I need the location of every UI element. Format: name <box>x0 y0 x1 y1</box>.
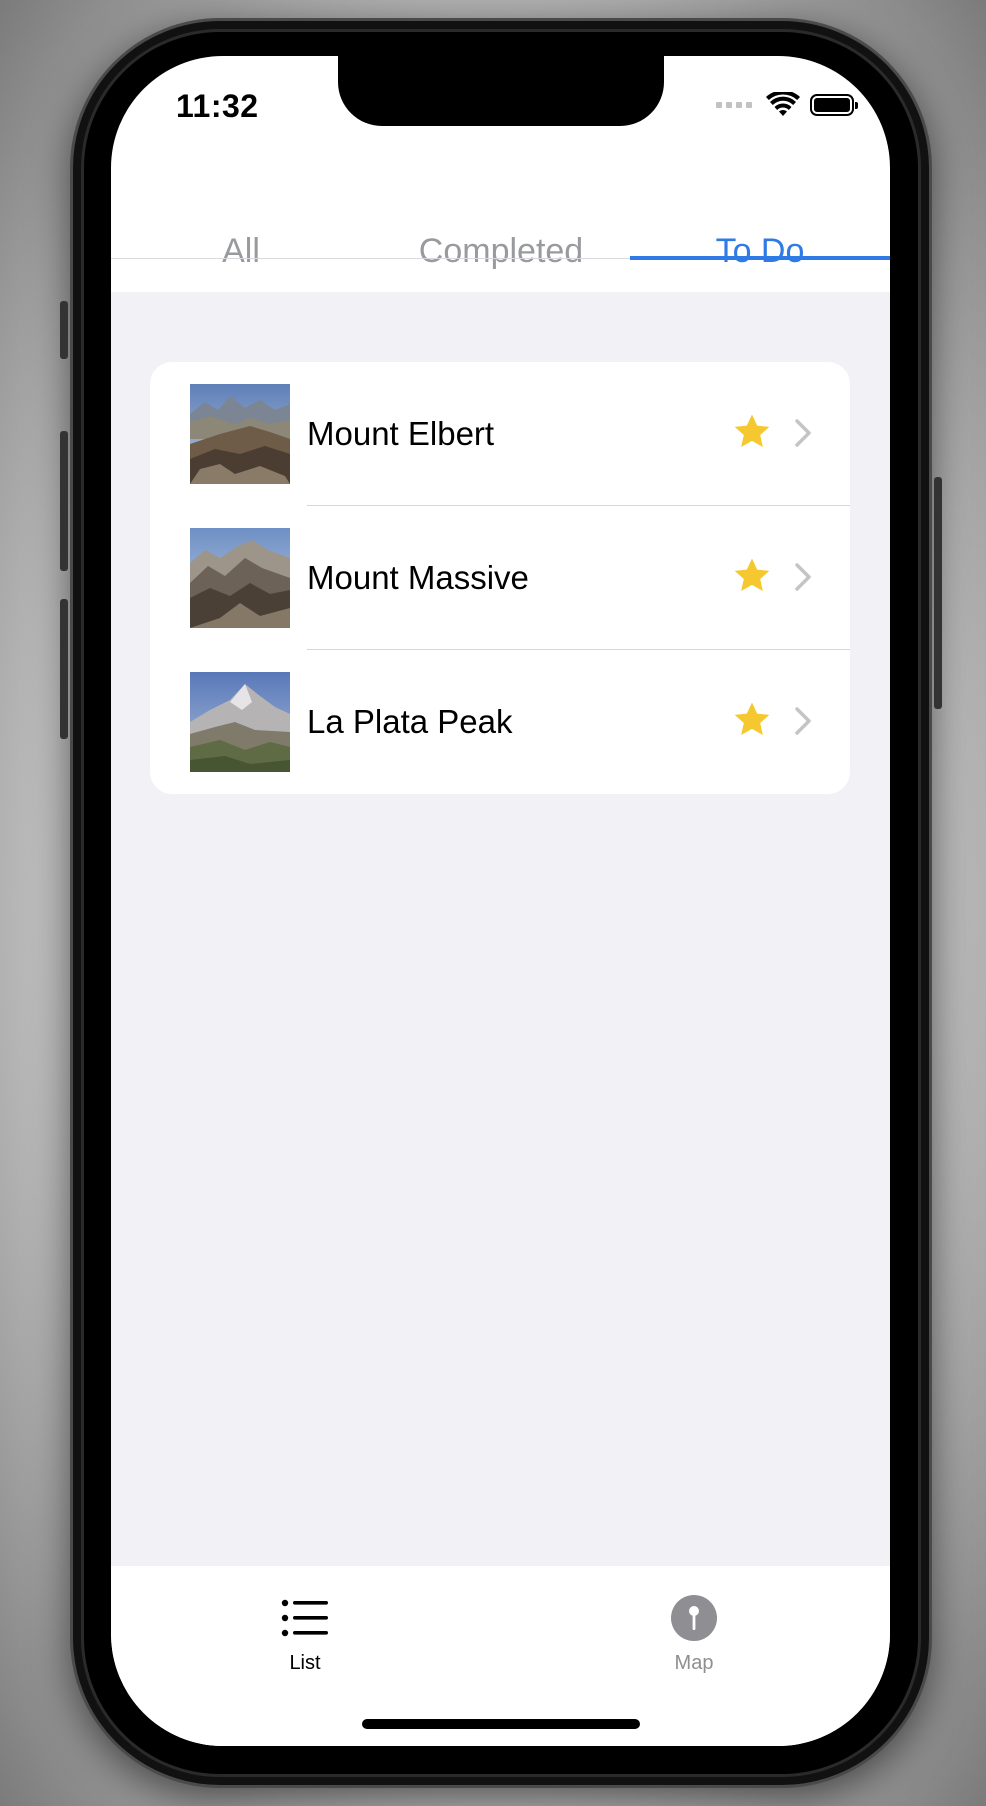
list-icon <box>280 1596 330 1640</box>
side-button-volume-up <box>60 431 68 571</box>
chevron-right-icon <box>795 707 811 735</box>
mountain-thumbnail <box>190 672 290 772</box>
status-time: 11:32 <box>176 88 259 124</box>
app-screen: 11:32 All Completed To Do Mount Elbert M… <box>111 56 890 1746</box>
list-content[interactable]: Mount Elbert Mount Massive La Plata Peak <box>111 292 890 1566</box>
side-button-power <box>934 477 942 709</box>
mountain-thumbnail <box>190 528 290 628</box>
list-item-mount-massive[interactable]: Mount Massive <box>150 506 850 650</box>
list-item-mount-elbert[interactable]: Mount Elbert <box>150 362 850 506</box>
chevron-right-icon <box>795 563 811 591</box>
notch <box>338 56 664 126</box>
tab-bar-label-map: Map <box>674 1652 714 1674</box>
list-item-name: Mount Elbert <box>307 415 495 452</box>
tab-bar-item-map[interactable]: Map <box>594 1566 794 1686</box>
tab-completed-label: Completed <box>418 231 584 270</box>
tab-bar-item-list[interactable]: List <box>205 1566 405 1686</box>
status-icons <box>716 92 858 118</box>
chevron-right-icon <box>795 419 811 447</box>
mountain-thumbnail <box>190 384 290 484</box>
star-icon <box>734 414 770 447</box>
list-item-name: La Plata Peak <box>307 703 513 740</box>
tab-selection-indicator <box>630 256 890 260</box>
list-item-name: Mount Massive <box>307 559 529 596</box>
star-icon <box>734 702 770 735</box>
cellular-signal-icon <box>716 102 752 108</box>
home-indicator[interactable] <box>362 1719 640 1729</box>
tab-all-label: All <box>222 231 260 270</box>
wifi-icon <box>766 92 800 116</box>
star-icon <box>734 558 770 591</box>
side-button-mute <box>60 301 68 359</box>
side-button-volume-down <box>60 599 68 739</box>
peaks-list: Mount Elbert Mount Massive La Plata Peak <box>150 362 850 794</box>
list-item-la-plata-peak[interactable]: La Plata Peak <box>150 650 850 794</box>
battery-icon <box>810 94 858 116</box>
tab-bar-label-list: List <box>289 1652 321 1674</box>
map-pin-icon <box>669 1595 719 1641</box>
tab-to-do-label: To Do <box>715 231 805 270</box>
